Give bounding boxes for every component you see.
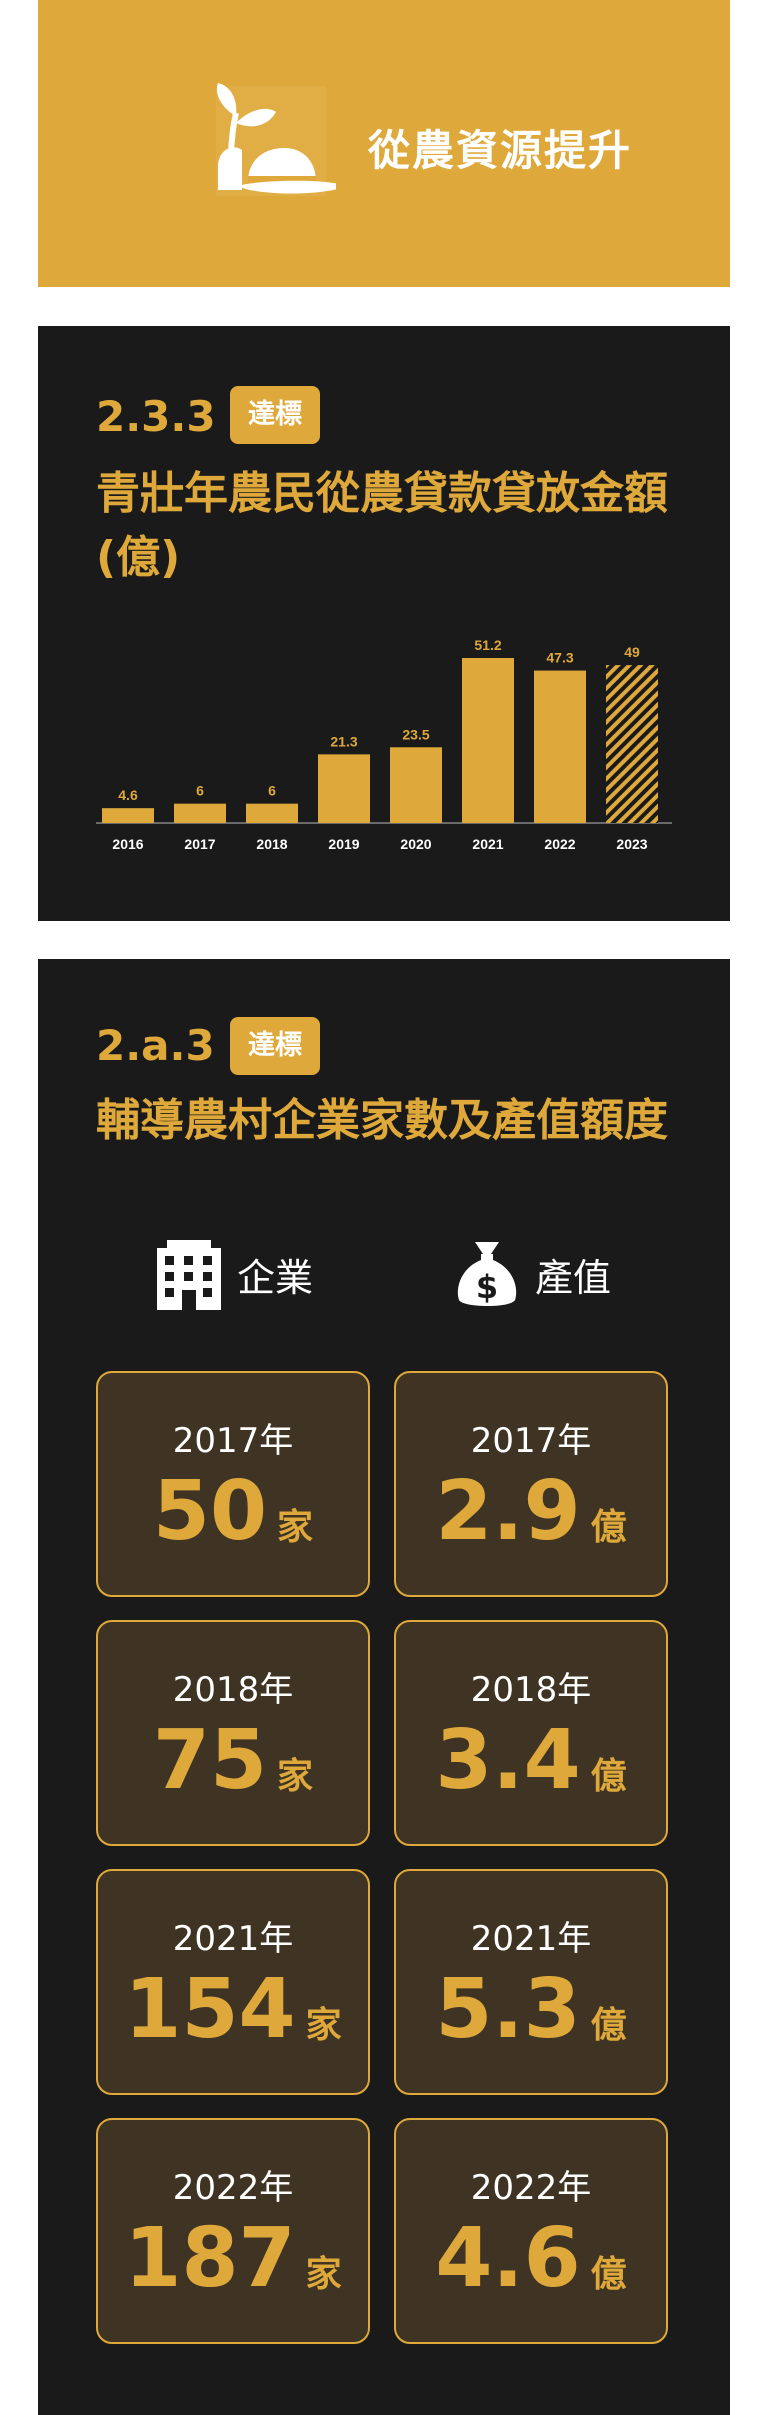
stat-value: 50 — [152, 1464, 268, 1559]
stat-value: 187 — [124, 2211, 296, 2306]
stat-value: 4.6 — [435, 2211, 581, 2306]
stat-value: 75 — [152, 1713, 268, 1808]
enterprise-stat-card: 2021年 154 家 — [96, 1869, 370, 2095]
enterprise-stat-card: 2022年 187 家 — [96, 2118, 370, 2344]
chart-bar — [462, 658, 514, 823]
enterprise-card: 2.a.3 達標 輔導農村企業家數及產值額度 企業 $ 產值 2017年 50 家 — [38, 959, 730, 2415]
stat-unit: 億 — [590, 1507, 627, 1548]
stat-year: 2022年 — [172, 2168, 294, 2208]
chart-bar — [390, 747, 442, 823]
chart-bar — [534, 670, 586, 823]
stat-unit: 家 — [305, 2005, 342, 2046]
money-bag-icon: $ — [457, 1242, 517, 1306]
x-tick-label: 2021 — [472, 836, 503, 852]
sprout-hat-icon — [216, 83, 336, 196]
output-stat-card: 2021年 5.3 億 — [394, 1869, 668, 2095]
output-stat-card: 2022年 4.6 億 — [394, 2118, 668, 2344]
x-tick-label: 2017 — [184, 836, 215, 852]
loan-card: 2.3.3 達標 青壯年農民從農貸款貸放金額(億) 4.6 2016 6 2017 6 2… — [38, 326, 730, 921]
stat-year: 2021年 — [470, 1919, 592, 1959]
stat-unit: 億 — [590, 2005, 627, 2046]
output-label: 產值 — [535, 1255, 612, 1300]
stat-unit: 家 — [277, 1756, 314, 1797]
output-stat-card: 2017年 2.9 億 — [394, 1371, 668, 1597]
data-label: 47.3 — [546, 650, 573, 666]
enterprise-stat-card: 2018年 75 家 — [96, 1620, 370, 1846]
data-label: 6 — [196, 783, 204, 799]
stat-year: 2017年 — [470, 1421, 592, 1461]
data-label: 21.3 — [330, 733, 357, 749]
x-tick-label: 2023 — [616, 836, 647, 852]
chart-bar — [174, 803, 226, 823]
enterprise-column-header: 企業 — [153, 1234, 313, 1314]
x-tick-label: 2019 — [328, 836, 359, 852]
data-label: 23.5 — [402, 726, 429, 742]
card-title: 輔導農村企業家數及產值額度 — [96, 1095, 668, 1146]
stat-value: 3.4 — [435, 1713, 581, 1808]
loan-bar-chart: 4.6 2016 6 2017 6 2018 21.3 2019 23.5 2020 51.2 202… — [96, 637, 672, 852]
indicator-code: 2.a.3 — [96, 1021, 215, 1070]
chart-bar — [318, 754, 370, 823]
data-label: 51.2 — [474, 637, 501, 653]
data-label: 6 — [268, 783, 276, 799]
stat-year: 2018年 — [172, 1670, 294, 1710]
header-title: 從農資源提升 — [368, 126, 633, 175]
stat-unit: 億 — [590, 2254, 627, 2295]
stat-year: 2022年 — [470, 2168, 592, 2208]
output-column-header: $ 產值 — [451, 1234, 611, 1314]
status-badge: 達標 — [230, 1017, 320, 1075]
x-tick-label: 2018 — [256, 836, 287, 852]
x-tick-label: 2022 — [544, 836, 575, 852]
stat-year: 2018年 — [470, 1670, 592, 1710]
stat-value: 2.9 — [435, 1464, 581, 1559]
header-banner: 從農資源提升 — [38, 0, 730, 287]
stat-year: 2017年 — [172, 1421, 294, 1461]
stat-unit: 億 — [590, 1756, 627, 1797]
stat-value: 154 — [124, 1962, 296, 2057]
stat-unit: 家 — [305, 2254, 342, 2295]
chart-bar — [246, 803, 298, 823]
svg-text:$: $ — [476, 1268, 498, 1306]
x-tick-label: 2016 — [112, 836, 143, 852]
x-tick-label: 2020 — [400, 836, 431, 852]
data-label: 4.6 — [118, 787, 138, 803]
building-icon — [157, 1240, 221, 1310]
enterprise-label: 企業 — [237, 1255, 314, 1300]
chart-bar — [606, 665, 658, 823]
enterprise-stat-card: 2017年 50 家 — [96, 1371, 370, 1597]
stat-unit: 家 — [277, 1507, 314, 1548]
chart-bar — [102, 808, 154, 823]
stat-value: 5.3 — [435, 1962, 581, 2057]
data-label: 49 — [624, 644, 640, 660]
stat-year: 2021年 — [172, 1919, 294, 1959]
output-stat-card: 2018年 3.4 億 — [394, 1620, 668, 1846]
